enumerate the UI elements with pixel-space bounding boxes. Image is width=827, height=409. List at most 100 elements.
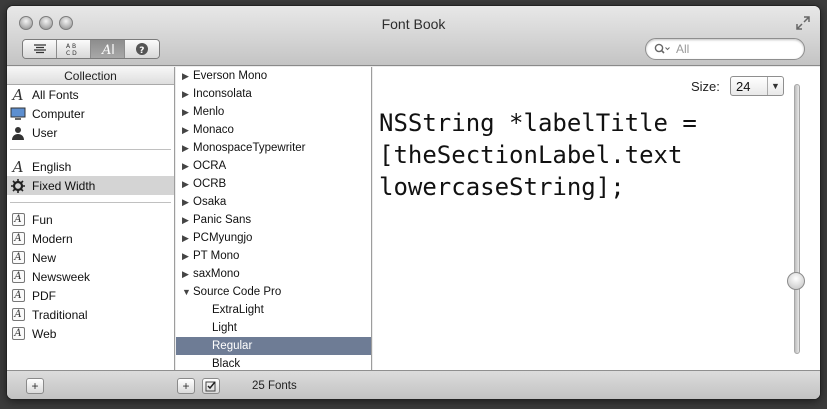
collection-pane: Collection A All Fonts Computer User A Englis…	[7, 67, 175, 370]
font-item-label: PT Mono	[193, 250, 240, 262]
disclosure-closed-icon[interactable]: ▶	[182, 197, 193, 208]
disclosure-closed-icon[interactable]: ▶	[182, 215, 193, 226]
checkbox-icon	[205, 381, 216, 392]
collection-item[interactable]: User	[7, 123, 174, 142]
font-item-label: Black	[212, 358, 241, 370]
collection-item-label: Modern	[32, 231, 73, 246]
font-family-item[interactable]: ▶ OCRA	[176, 157, 371, 175]
preview-pane: Size: 24 ▼ NSString *labelTitle = [theSec…	[373, 67, 820, 370]
font-family-item[interactable]: ▶ PCMyungjo	[176, 229, 371, 247]
font-family-item[interactable]: ▼ Source Code Pro	[176, 283, 371, 301]
font-item-label: Regular	[212, 340, 253, 352]
svg-text:C D: C D	[66, 50, 77, 56]
font-count: 25 Fonts	[252, 380, 297, 392]
collection-item-label: English	[32, 159, 72, 174]
collection-item-icon: A	[10, 157, 26, 176]
window-title: Font Book	[381, 16, 446, 32]
language-icon: A	[12, 157, 24, 176]
font-family-item[interactable]: ▶ MonospaceTypewriter	[176, 139, 371, 157]
collection-icon: A	[11, 251, 25, 264]
disclosure-closed-icon[interactable]: ▶	[182, 251, 193, 262]
typeface-item[interactable]: Light	[176, 319, 371, 337]
fullscreen-icon[interactable]	[796, 16, 810, 30]
disclosure-closed-icon[interactable]: ▶	[182, 269, 193, 280]
collection-item-label: Fun	[32, 212, 53, 227]
collection-item[interactable]: A Traditional	[7, 305, 174, 324]
collection-header: Collection	[7, 67, 174, 85]
collection-separator	[10, 202, 171, 203]
add-collection-button[interactable]: +	[26, 378, 44, 394]
size-slider-track[interactable]	[794, 84, 800, 354]
search-input[interactable]	[676, 42, 786, 56]
font-list-pane: ▶ Everson Mono ▶ Inconsolata ▶ Menlo ▶ Monaco ▶ M…	[176, 67, 372, 370]
info-icon: ?	[136, 43, 148, 56]
disclosure-closed-icon[interactable]: ▶	[182, 125, 193, 136]
collection-item[interactable]: A All Fonts	[7, 85, 174, 104]
title-bar: Font Book A B C D A ? All	[7, 6, 820, 66]
collection-item[interactable]: A Newsweek	[7, 267, 174, 286]
typeface-item[interactable]: Black	[176, 355, 371, 370]
font-item-label: Monaco	[193, 124, 234, 136]
view-mode-control[interactable]: A B C D A ?	[22, 39, 160, 59]
collection-list: A All Fonts Computer User A English Fixed Widt…	[7, 85, 174, 343]
collection-item-icon	[10, 125, 26, 141]
font-family-item[interactable]: ▶ PT Mono	[176, 247, 371, 265]
disclosure-closed-icon[interactable]: ▶	[182, 143, 193, 154]
font-family-item[interactable]: ▶ Menlo	[176, 103, 371, 121]
add-font-button[interactable]: +	[177, 378, 195, 394]
collection-item[interactable]: Fixed Width	[7, 176, 174, 195]
collection-item[interactable]: A Fun	[7, 210, 174, 229]
collection-item[interactable]: A Web	[7, 324, 174, 343]
collection-item-icon: A	[10, 307, 26, 323]
font-book-window: Font Book A B C D A ? All Collection A A…	[7, 6, 820, 399]
collection-item[interactable]: A New	[7, 248, 174, 267]
font-item-label: OCRB	[193, 178, 227, 190]
disclosure-closed-icon[interactable]: ▶	[182, 89, 193, 100]
font-item-label: ExtraLight	[212, 304, 264, 316]
font-family-item[interactable]: ▶ Inconsolata	[176, 85, 371, 103]
repertoire-view-button[interactable]: A B C D	[57, 40, 91, 58]
collection-item[interactable]: A PDF	[7, 286, 174, 305]
font-item-label: Source Code Pro	[193, 286, 282, 298]
enable-font-button[interactable]	[202, 378, 220, 394]
bottom-bar: + + 25 Fonts	[7, 370, 820, 399]
font-family-item[interactable]: ▶ saxMono	[176, 265, 371, 283]
font-family-item[interactable]: ▶ Osaka	[176, 193, 371, 211]
size-select[interactable]: 24 ▼	[730, 76, 784, 96]
font-item-label: Menlo	[193, 106, 225, 118]
font-family-item[interactable]: ▶ Everson Mono	[176, 67, 371, 85]
disclosure-open-icon[interactable]: ▼	[182, 287, 193, 297]
list-icon	[33, 44, 46, 54]
disclosure-closed-icon[interactable]: ▶	[182, 107, 193, 118]
plus-icon: +	[182, 379, 190, 393]
collection-item[interactable]: A English	[7, 157, 174, 176]
font-family-item[interactable]: ▶ OCRB	[176, 175, 371, 193]
preview-text: NSString *labelTitle = [theSectionLabel.t…	[379, 107, 784, 203]
size-slider-knob[interactable]	[787, 272, 805, 291]
sample-a-icon: A	[101, 43, 114, 56]
disclosure-closed-icon[interactable]: ▶	[182, 161, 193, 172]
collection-item-label: User	[32, 125, 58, 140]
typeface-item[interactable]: ExtraLight	[176, 301, 371, 319]
font-family-item[interactable]: ▶ Panic Sans	[176, 211, 371, 229]
gear-icon	[11, 178, 25, 193]
collection-item[interactable]: A Modern	[7, 229, 174, 248]
search-field[interactable]	[645, 38, 805, 60]
disclosure-closed-icon[interactable]: ▶	[182, 179, 193, 190]
chevron-down-icon[interactable]: ▼	[767, 77, 783, 95]
collection-separator	[10, 149, 171, 150]
list-view-button[interactable]	[23, 40, 57, 58]
svg-text:A B: A B	[66, 43, 76, 50]
collection-item-label: Fixed Width	[32, 178, 96, 193]
disclosure-closed-icon[interactable]: ▶	[182, 233, 193, 244]
font-item-label: Osaka	[193, 196, 227, 208]
collection-item[interactable]: Computer	[7, 104, 174, 123]
disclosure-closed-icon[interactable]: ▶	[182, 71, 193, 82]
font-family-item[interactable]: ▶ Monaco	[176, 121, 371, 139]
font-list: ▶ Everson Mono ▶ Inconsolata ▶ Menlo ▶ Monaco ▶ M…	[176, 67, 371, 370]
info-view-button[interactable]: ?	[125, 40, 159, 58]
typeface-item[interactable]: Regular	[176, 337, 371, 355]
collection-item-icon: A	[10, 212, 26, 228]
computer-icon	[10, 107, 26, 120]
sample-view-button[interactable]: A	[91, 40, 125, 58]
